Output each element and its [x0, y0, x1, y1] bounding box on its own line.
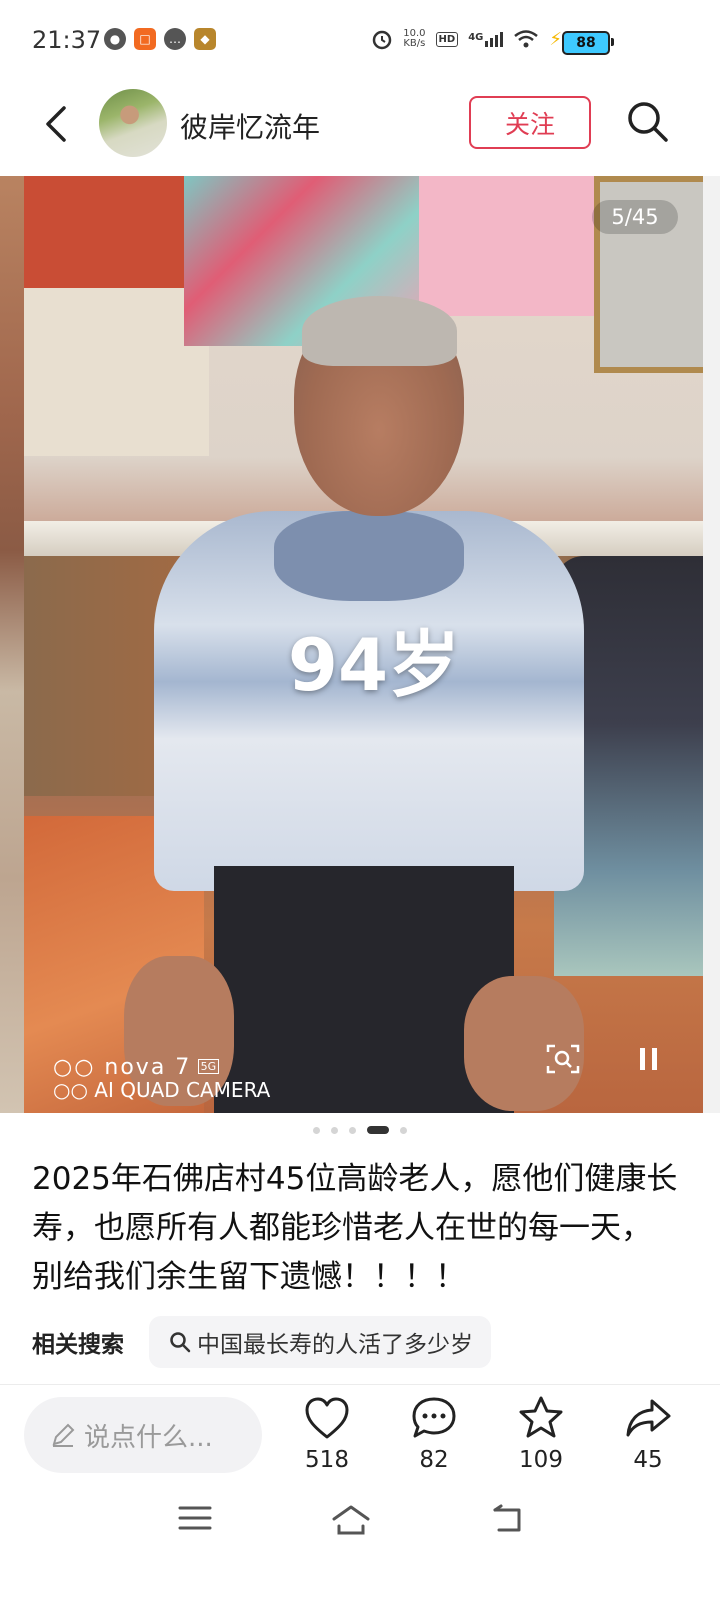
share-icon — [626, 1399, 671, 1437]
alarm-icon — [373, 30, 392, 50]
pencil-icon — [52, 1423, 75, 1447]
like-button[interactable]: 518 — [289, 1395, 365, 1473]
pause-icon[interactable] — [638, 1046, 660, 1072]
message-icon: … — [164, 28, 186, 50]
status-time: 21:37 — [32, 26, 102, 54]
next-image-edge — [703, 176, 720, 1113]
battery-level: 88 — [562, 31, 610, 55]
share-button[interactable]: 45 — [610, 1395, 686, 1473]
home-icon[interactable] — [331, 1504, 371, 1536]
signal-icon: 4G — [468, 31, 504, 47]
app-icon: □ — [134, 28, 156, 50]
carousel-dot — [313, 1126, 320, 1134]
favorite-button[interactable]: 109 — [503, 1395, 579, 1473]
net-speed: 10.0 KB/s — [403, 28, 426, 49]
status-right-icons: 10.0 KB/s HD 4G ⚡ — [371, 28, 562, 50]
game-icon: ◆ — [194, 28, 216, 50]
carousel-dot — [400, 1126, 407, 1134]
battery-tip — [611, 38, 614, 46]
wifi-icon — [514, 30, 539, 48]
image-page-counter: 5/45 — [592, 200, 678, 234]
photo-calendar — [24, 176, 209, 456]
back-nav-icon[interactable] — [491, 1504, 525, 1534]
star-icon — [519, 1396, 563, 1438]
comment-placeholder: 说点什么... — [84, 1422, 213, 1453]
comment-count: 82 — [419, 1447, 449, 1473]
menu-icon[interactable] — [178, 1504, 212, 1532]
favorite-count: 109 — [519, 1447, 563, 1473]
image-search-icon[interactable] — [546, 1043, 580, 1075]
search-icon[interactable] — [624, 98, 670, 144]
hd-icon: HD — [435, 31, 459, 47]
like-count: 518 — [305, 1447, 349, 1473]
share-count: 45 — [633, 1447, 663, 1473]
author-name[interactable]: 彼岸忆流年 — [180, 106, 320, 146]
charging-icon: ⚡ — [549, 28, 562, 50]
wechat-icon: ● — [104, 28, 126, 50]
image-overlay-text: 94岁 — [287, 623, 461, 707]
status-notification-icons: ● □ … ◆ — [104, 28, 216, 50]
camera-watermark: ○○ nova 7 5G ○○ AI QUAD CAMERA — [53, 1055, 271, 1102]
related-search-chip[interactable]: 中国最长寿的人活了多少岁 — [149, 1316, 491, 1368]
carousel-indicator — [0, 1126, 720, 1134]
photo-paper — [419, 176, 599, 316]
search-icon — [170, 1332, 191, 1353]
comment-button[interactable]: 82 — [396, 1395, 472, 1473]
previous-image-preview[interactable] — [0, 176, 24, 1113]
comment-input[interactable]: 说点什么... — [24, 1397, 262, 1473]
photo-person-hair — [302, 296, 457, 366]
follow-button[interactable]: 关注 — [469, 96, 591, 149]
photo-person-collar — [274, 511, 464, 601]
divider — [0, 1384, 720, 1385]
carousel-dot — [349, 1126, 356, 1134]
comment-icon — [412, 1397, 456, 1438]
carousel-dot-active — [367, 1126, 389, 1134]
author-avatar[interactable] — [99, 89, 167, 157]
post-caption: 2025年石佛店村45位高龄老人，愿他们健康长寿，也愿所有人都能珍惜老人在世的每… — [32, 1161, 678, 1295]
post-image[interactable]: 94岁 — [24, 176, 703, 1113]
carousel-dot — [331, 1126, 338, 1134]
related-search-query: 中国最长寿的人活了多少岁 — [197, 1332, 473, 1358]
back-icon[interactable] — [38, 104, 78, 144]
heart-icon — [305, 1397, 349, 1439]
related-search-label: 相关搜索 — [32, 1332, 124, 1358]
